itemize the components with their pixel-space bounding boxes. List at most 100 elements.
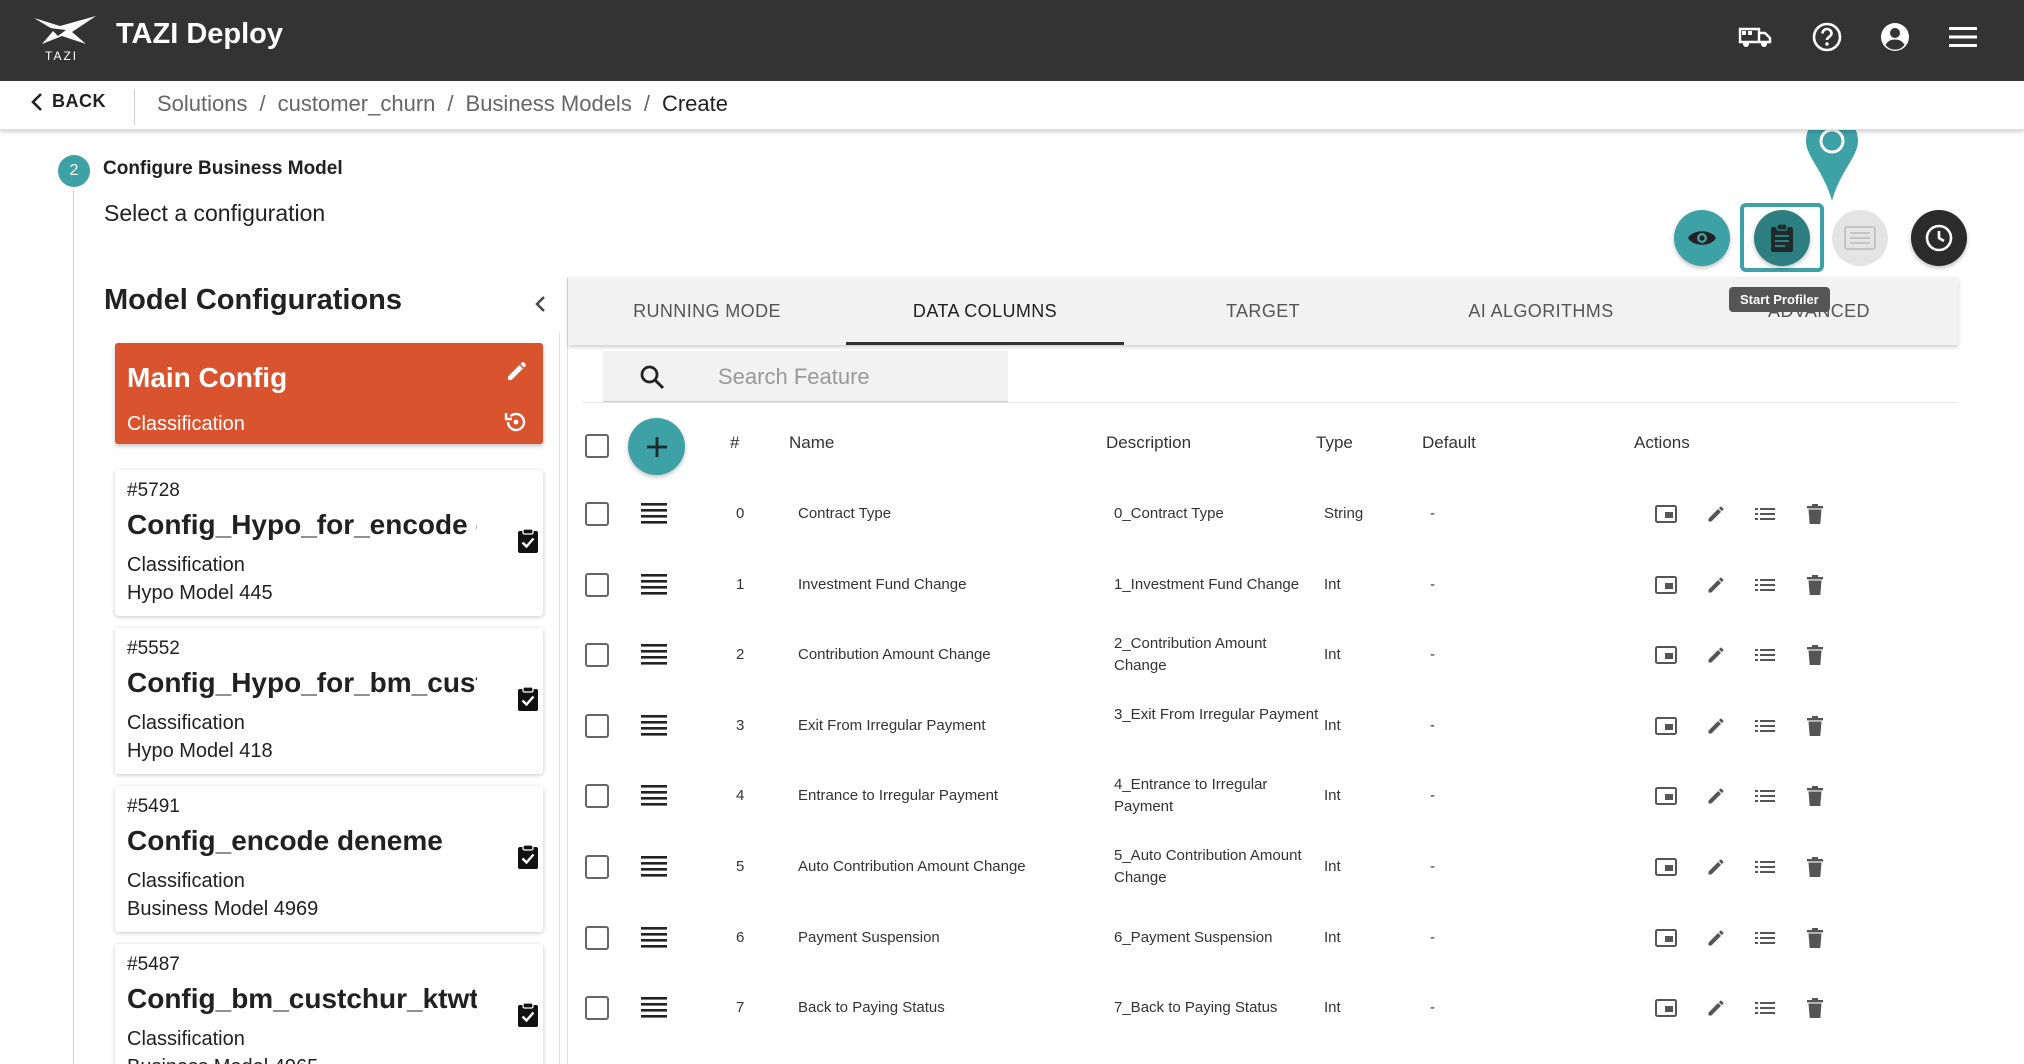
edit-column-button[interactable]	[1703, 572, 1729, 598]
row-checkbox[interactable]	[585, 784, 609, 809]
tab-target[interactable]: TARGET	[1124, 277, 1402, 345]
config-name: Config_Hypo_for_bm_custchurn	[127, 667, 477, 698]
config-card[interactable]: #5487 Config_bm_custchur_ktwtrn Classifi…	[115, 944, 543, 1064]
breadcrumb-solution-name[interactable]: customer_churn	[278, 91, 436, 117]
table-row[interactable]: 3 Exit From Irregular Payment 3_Exit Fro…	[568, 691, 1958, 761]
edit-column-button[interactable]	[1703, 854, 1729, 880]
table-row[interactable]: 5 Auto Contribution Amount Change 5_Auto…	[568, 832, 1958, 902]
preview-column-button[interactable]	[1653, 642, 1679, 668]
preview-icon	[1655, 858, 1677, 876]
header-type[interactable]: Type	[1316, 433, 1353, 453]
edit-column-button[interactable]	[1703, 995, 1729, 1021]
drag-handle-icon[interactable]	[641, 926, 667, 948]
deploy-truck-icon[interactable]	[1736, 18, 1774, 56]
column-details-button[interactable]	[1752, 783, 1778, 809]
preview-button[interactable]	[1674, 210, 1730, 266]
configuration-list[interactable]: Main Config Classification #5728 Config_…	[103, 332, 560, 1064]
cell-description: 0_Contract Type	[1114, 505, 1224, 522]
edit-column-button[interactable]	[1703, 783, 1729, 809]
collapse-sidebar-button[interactable]	[528, 290, 552, 318]
preview-icon	[1655, 787, 1677, 806]
clipboard-check-icon	[518, 528, 538, 553]
preview-column-button[interactable]	[1653, 995, 1679, 1021]
header-default[interactable]: Default	[1422, 433, 1476, 453]
preview-column-button[interactable]	[1653, 854, 1679, 880]
row-checkbox[interactable]	[585, 996, 609, 1021]
tab-running-mode[interactable]: RUNNING MODE	[568, 277, 846, 345]
column-details-button[interactable]	[1752, 995, 1778, 1021]
drag-handle-icon[interactable]	[641, 573, 667, 595]
delete-column-button[interactable]	[1802, 642, 1828, 668]
header-description[interactable]: Description	[1106, 433, 1191, 453]
preview-icon	[1655, 575, 1677, 594]
main-config-type: Classification	[127, 413, 245, 435]
row-checkbox[interactable]	[585, 643, 609, 668]
config-name: Config_Hypo_for_encode deneme	[127, 509, 477, 540]
drag-handle-icon[interactable]	[641, 643, 667, 665]
breadcrumb-solutions[interactable]: Solutions	[157, 91, 248, 117]
edit-column-button[interactable]	[1703, 713, 1729, 739]
logs-button[interactable]	[1832, 210, 1888, 266]
column-details-button[interactable]	[1752, 501, 1778, 527]
table-row[interactable]: 2 Contribution Amount Change 2_Contribut…	[568, 620, 1958, 690]
edit-column-button[interactable]	[1703, 925, 1729, 951]
plus-icon	[646, 436, 667, 457]
table-row[interactable]: 4 Entrance to Irregular Payment 4_Entran…	[568, 761, 1958, 831]
search-input[interactable]	[718, 363, 988, 391]
tab-ai-algorithms[interactable]: AI ALGORITHMS	[1402, 277, 1680, 345]
config-card[interactable]: #5552 Config_Hypo_for_bm_custchurn Class…	[115, 628, 543, 774]
row-checkbox[interactable]	[585, 713, 609, 738]
preview-icon	[1655, 505, 1677, 523]
column-details-button[interactable]	[1752, 925, 1778, 951]
row-checkbox[interactable]	[585, 572, 609, 597]
edit-icon[interactable]	[505, 359, 529, 383]
clipboard-check-icon	[518, 844, 538, 869]
history-button[interactable]	[1911, 210, 1967, 266]
header-name[interactable]: Name	[789, 433, 834, 453]
edit-column-button[interactable]	[1703, 642, 1729, 668]
preview-column-button[interactable]	[1653, 501, 1679, 527]
add-column-button[interactable]	[628, 418, 685, 475]
account-icon[interactable]	[1876, 18, 1914, 56]
preview-column-button[interactable]	[1653, 713, 1679, 739]
delete-column-button[interactable]	[1802, 501, 1828, 527]
table-row[interactable]: 0 Contract Type 0_Contract Type String -	[568, 479, 1958, 549]
breadcrumb-business-models[interactable]: Business Models	[466, 91, 632, 117]
delete-column-button[interactable]	[1802, 572, 1828, 598]
preview-column-button[interactable]	[1653, 925, 1679, 951]
config-card[interactable]: #5491 Config_encode deneme Classificatio…	[115, 786, 543, 932]
delete-column-button[interactable]	[1802, 783, 1828, 809]
column-details-button[interactable]	[1752, 713, 1778, 739]
config-card[interactable]: #5728 Config_Hypo_for_encode deneme Clas…	[115, 470, 543, 616]
delete-column-button[interactable]	[1802, 713, 1828, 739]
preview-column-button[interactable]	[1653, 572, 1679, 598]
row-checkbox[interactable]	[585, 925, 609, 950]
help-icon[interactable]	[1808, 18, 1846, 56]
table-row[interactable]: 6 Payment Suspension 6_Payment Suspensio…	[568, 903, 1958, 973]
edit-column-button[interactable]	[1703, 501, 1729, 527]
delete-column-button[interactable]	[1802, 854, 1828, 880]
drag-handle-icon[interactable]	[641, 996, 667, 1018]
drag-handle-icon[interactable]	[641, 714, 667, 736]
select-all-checkbox[interactable]	[585, 434, 609, 458]
drag-handle-icon[interactable]	[641, 855, 667, 877]
main-config-card[interactable]: Main Config Classification	[115, 343, 543, 444]
column-details-button[interactable]	[1752, 642, 1778, 668]
preview-column-button[interactable]	[1653, 783, 1679, 809]
delete-column-button[interactable]	[1802, 995, 1828, 1021]
cell-default: -	[1430, 575, 1435, 593]
drag-handle-icon[interactable]	[641, 784, 667, 806]
restore-icon[interactable]	[503, 409, 529, 435]
column-details-button[interactable]	[1752, 572, 1778, 598]
drag-handle-icon[interactable]	[641, 502, 667, 524]
menu-icon[interactable]	[1944, 18, 1982, 56]
table-row[interactable]: 7 Back to Paying Status 7_Back to Paying…	[568, 973, 1958, 1043]
back-button[interactable]: BACK	[30, 91, 106, 112]
row-checkbox[interactable]	[585, 502, 609, 526]
start-profiler-button[interactable]	[1754, 210, 1810, 266]
table-row[interactable]: 1 Investment Fund Change 1_Investment Fu…	[568, 550, 1958, 620]
row-checkbox[interactable]	[585, 855, 609, 879]
delete-column-button[interactable]	[1802, 925, 1828, 951]
column-details-button[interactable]	[1752, 854, 1778, 880]
tab-data-columns[interactable]: DATA COLUMNS	[846, 277, 1124, 345]
